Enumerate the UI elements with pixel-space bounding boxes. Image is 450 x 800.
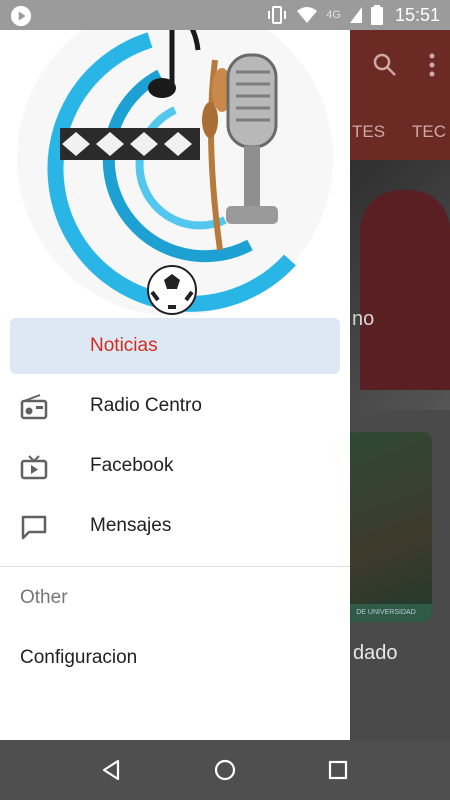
back-icon[interactable]	[100, 758, 124, 782]
drawer-divider	[0, 566, 350, 567]
news-card-image[interactable]: DE UNIVERSIDAD	[340, 432, 432, 622]
more-vert-icon[interactable]	[428, 52, 436, 78]
menu-item-mensajes[interactable]: Mensajes	[0, 498, 350, 554]
tab-tec[interactable]: TEC	[412, 122, 446, 142]
radio-icon	[20, 394, 48, 420]
tv-icon	[20, 455, 48, 480]
menu-item-label: Noticias	[90, 335, 158, 356]
chat-bubble-icon	[21, 515, 47, 540]
status-time: 15:51	[394, 4, 440, 25]
system-nav-bar	[0, 740, 450, 800]
menu-item-label: Mensajes	[90, 515, 172, 536]
menu-item-configuracion[interactable]: Configuracion	[20, 647, 137, 669]
wifi-icon	[297, 7, 318, 23]
menu-item-noticias[interactable]: Noticias	[10, 318, 340, 374]
section-title-other: Other	[20, 587, 68, 608]
hero-photo	[360, 190, 450, 390]
menu-item-label: Facebook	[90, 455, 174, 476]
vibrate-icon	[268, 6, 287, 24]
home-icon[interactable]	[213, 758, 237, 782]
play-circle-icon	[10, 5, 32, 27]
search-icon[interactable]	[372, 52, 398, 78]
station-logo	[17, 30, 333, 315]
drawer-header	[0, 30, 350, 315]
navigation-drawer: Noticias Radio Centro Facebook Mensajes …	[0, 30, 350, 740]
battery-icon	[370, 5, 383, 25]
recents-icon[interactable]	[326, 758, 350, 782]
network-type: 4G	[326, 9, 341, 21]
status-bar: 4G 15:51	[0, 0, 450, 30]
card-caption: dado	[353, 642, 398, 664]
signal-icon	[349, 7, 362, 23]
card-stripe: DE UNIVERSIDAD	[340, 604, 432, 622]
menu-item-facebook[interactable]: Facebook	[0, 438, 350, 494]
menu-item-label: Radio Centro	[90, 395, 202, 416]
menu-item-radio-centro[interactable]: Radio Centro	[0, 378, 350, 434]
hero-caption: no	[352, 308, 375, 330]
tab-tes[interactable]: TES	[352, 122, 385, 142]
